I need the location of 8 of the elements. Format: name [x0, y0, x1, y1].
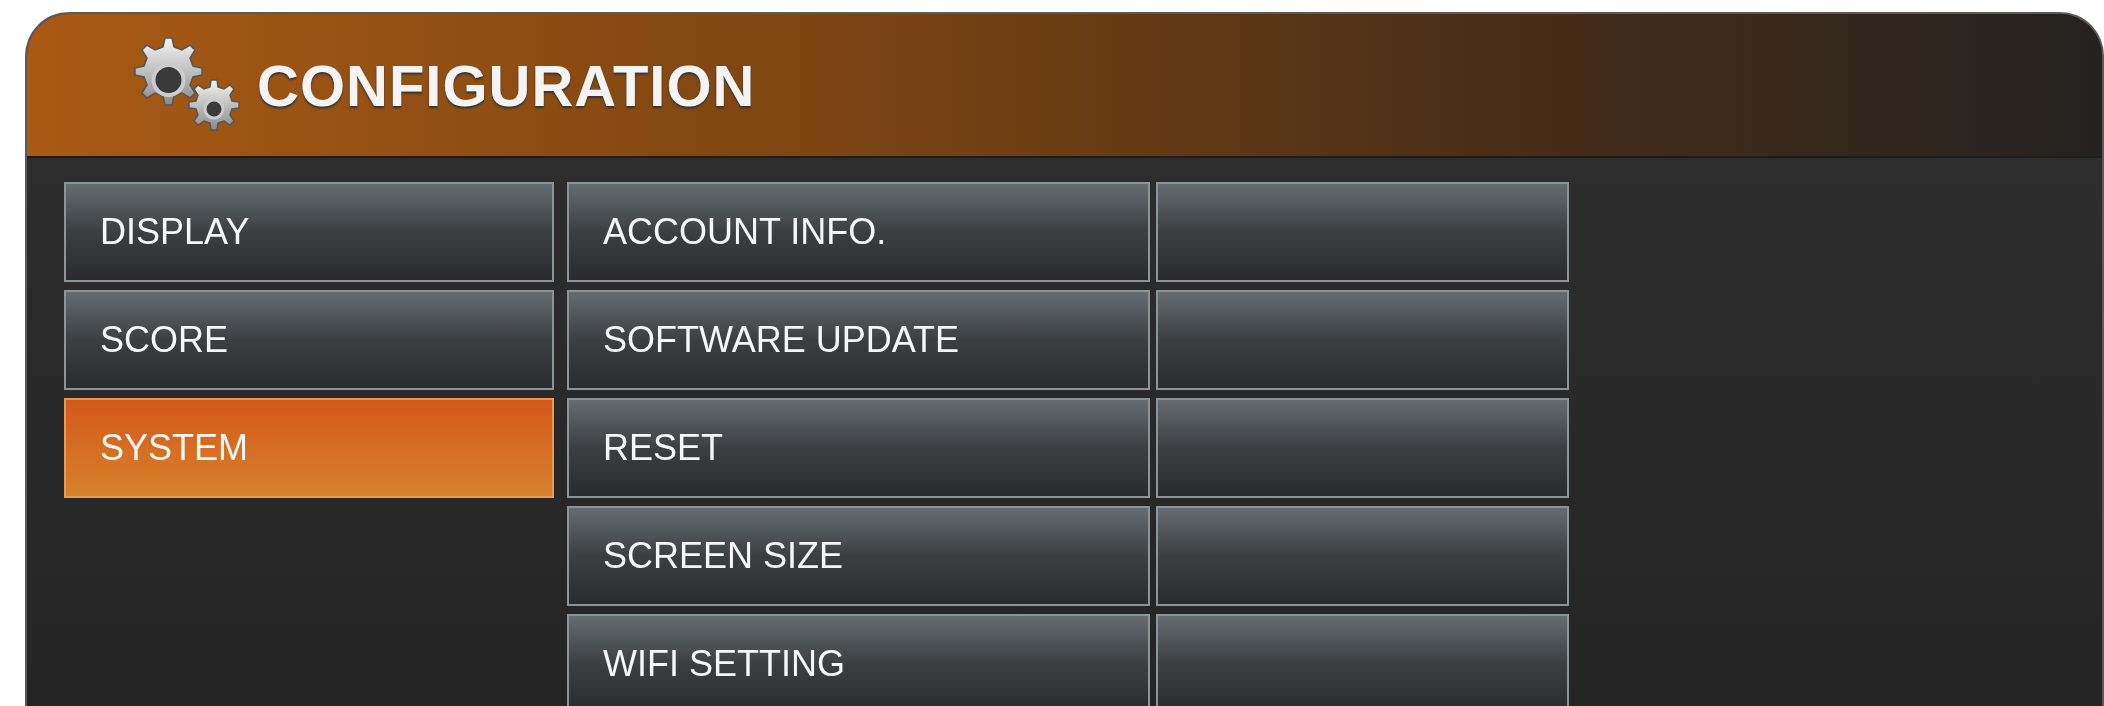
menu-option[interactable]: SCREEN SIZE [567, 506, 1150, 606]
category-tab[interactable]: SCORE [64, 290, 554, 390]
menu-option[interactable]: ACCOUNT INFO. [567, 182, 1150, 282]
category-tab[interactable]: DISPLAY [64, 182, 554, 282]
menu-option[interactable]: WIFI SETTING [567, 614, 1150, 706]
window-title: CONFIGURATION [257, 51, 756, 119]
menu-option[interactable]: RESET [567, 398, 1150, 498]
menu-option[interactable]: SOFTWARE UPDATE [567, 290, 1150, 390]
